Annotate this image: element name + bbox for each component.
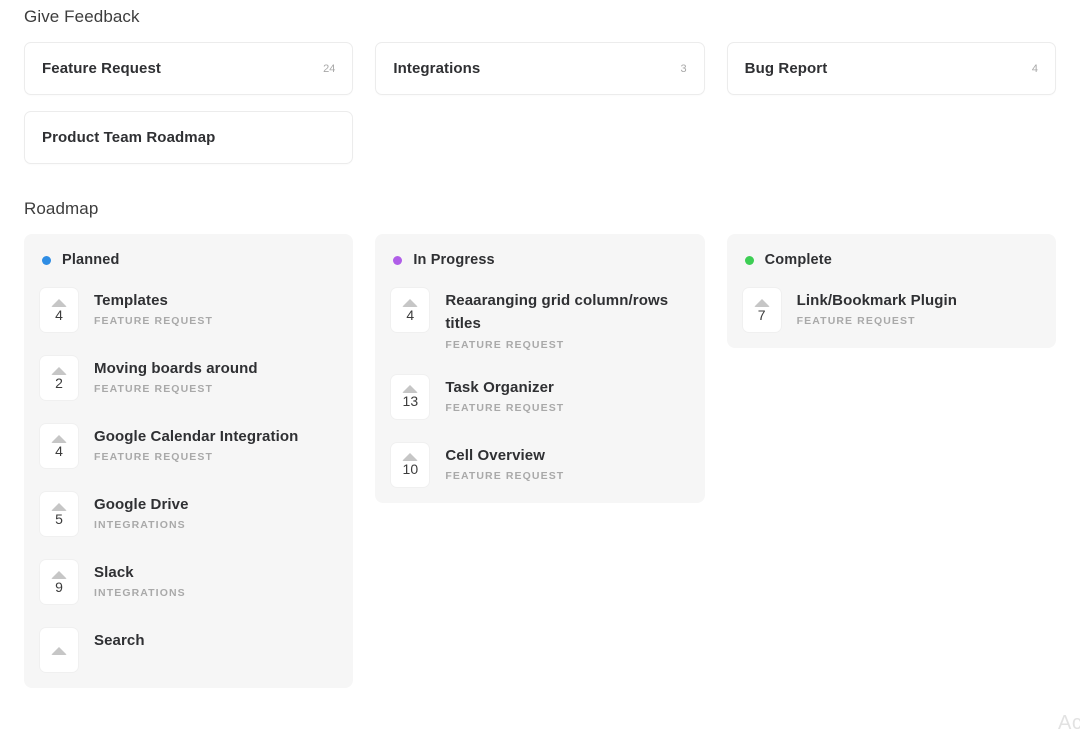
item-body: Search bbox=[94, 628, 145, 652]
feedback-board-count: 4 bbox=[1031, 62, 1038, 75]
column-header: Planned bbox=[40, 252, 337, 268]
feedback-board-name: Bug Report bbox=[744, 60, 828, 77]
feedback-board-count: 24 bbox=[323, 62, 336, 75]
roadmap-item[interactable]: Search bbox=[40, 628, 337, 672]
item-body: Google Drive INTEGRATIONS bbox=[94, 492, 189, 531]
roadmap-item[interactable]: 9 Slack INTEGRATIONS bbox=[40, 560, 337, 604]
upvote-arrow-icon bbox=[402, 453, 419, 462]
roadmap-item[interactable]: 13 Task Organizer FEATURE REQUEST bbox=[391, 374, 688, 419]
roadmap-item[interactable]: 10 Cell Overview FEATURE REQUEST bbox=[391, 442, 688, 487]
roadmap-page: Give Feedback Feature Request 24 Integra… bbox=[0, 0, 1080, 737]
vote-count: 13 bbox=[402, 393, 419, 410]
item-title: Cell Overview bbox=[445, 446, 546, 464]
roadmap-item[interactable]: 2 Moving boards around FEATURE REQUEST bbox=[40, 356, 337, 400]
upvote-arrow-icon bbox=[51, 502, 67, 511]
item-body: Cell Overview FEATURE REQUEST bbox=[445, 443, 564, 482]
item-category-tag: FEATURE REQUEST bbox=[94, 383, 213, 396]
item-category-tag: INTEGRATIONS bbox=[94, 519, 186, 532]
upvote-arrow-icon bbox=[51, 570, 67, 579]
item-title: Google Drive bbox=[94, 496, 189, 513]
item-category-tag: FEATURE REQUEST bbox=[445, 401, 565, 414]
roadmap-section: Roadmap Planned 4 Templates FEATURE REQU… bbox=[24, 199, 1056, 688]
roadmap-column-in-progress: In Progress 4 Reaaranging grid column/ro… bbox=[375, 234, 705, 503]
item-title: Google Calendar Integration bbox=[94, 428, 299, 445]
column-status-label: Complete bbox=[764, 252, 832, 268]
feedback-board-card[interactable]: Feature Request 24 bbox=[24, 42, 354, 95]
corner-ghost-text: Ac bbox=[1058, 712, 1080, 734]
feedback-board-count: 3 bbox=[680, 62, 687, 75]
vote-button[interactable]: 10 bbox=[391, 442, 430, 487]
item-title: Link/Bookmark Plugin bbox=[796, 292, 958, 309]
feedback-board-name: Product Team Roadmap bbox=[42, 129, 216, 146]
item-category-tag: FEATURE REQUEST bbox=[445, 469, 565, 482]
item-category-tag: FEATURE REQUEST bbox=[445, 338, 565, 351]
item-title: Moving boards around bbox=[94, 360, 258, 377]
vote-count: 9 bbox=[55, 578, 63, 595]
item-body: Task Organizer FEATURE REQUEST bbox=[445, 375, 564, 414]
item-body: Link/Bookmark Plugin FEATURE REQUEST bbox=[797, 288, 957, 327]
give-feedback-heading: Give Feedback bbox=[24, 7, 140, 26]
roadmap-item[interactable]: 5 Google Drive INTEGRATIONS bbox=[40, 492, 337, 536]
status-dot-icon bbox=[393, 255, 403, 265]
vote-button[interactable]: 4 bbox=[391, 288, 430, 332]
feedback-board-name: Integrations bbox=[393, 60, 481, 77]
column-header: Complete bbox=[743, 252, 1040, 268]
item-title: Slack bbox=[94, 564, 134, 581]
vote-button[interactable]: 9 bbox=[40, 560, 78, 604]
upvote-arrow-icon bbox=[51, 298, 67, 307]
feedback-board-card[interactable]: Bug Report 4 bbox=[726, 42, 1056, 95]
vote-button[interactable]: 5 bbox=[40, 492, 78, 536]
column-status-label: In Progress bbox=[413, 252, 495, 268]
item-body: Templates FEATURE REQUEST bbox=[94, 288, 213, 327]
item-category-tag: FEATURE REQUEST bbox=[796, 315, 916, 328]
column-header: In Progress bbox=[391, 252, 688, 268]
feedback-board-card[interactable]: Product Team Roadmap bbox=[24, 111, 354, 164]
item-body: Google Calendar Integration FEATURE REQU… bbox=[94, 424, 298, 463]
vote-button[interactable]: 7 bbox=[742, 288, 781, 332]
upvote-arrow-icon bbox=[753, 298, 770, 307]
item-category-tag: FEATURE REQUEST bbox=[94, 315, 213, 328]
item-category-tag: FEATURE REQUEST bbox=[94, 451, 213, 464]
vote-count: 7 bbox=[757, 306, 766, 323]
item-category-tag: INTEGRATIONS bbox=[94, 587, 186, 600]
roadmap-column-complete: Complete 7 Link/Bookmark Plugin FEATURE … bbox=[726, 234, 1056, 348]
roadmap-item[interactable]: 4 Reaaranging grid column/rows titles FE… bbox=[391, 288, 688, 351]
status-dot-icon bbox=[42, 255, 51, 265]
roadmap-item[interactable]: 4 Templates FEATURE REQUEST bbox=[40, 288, 337, 332]
feedback-board-name: Feature Request bbox=[42, 60, 162, 77]
feedback-board-grid: Feature Request 24 Integrations 3 Bug Re… bbox=[24, 42, 1056, 164]
upvote-arrow-icon bbox=[51, 434, 67, 443]
roadmap-heading: Roadmap bbox=[24, 199, 99, 218]
upvote-arrow-icon bbox=[51, 647, 67, 655]
upvote-arrow-icon bbox=[402, 385, 419, 394]
item-title: Reaaranging grid column/rows titles bbox=[445, 292, 669, 333]
vote-button[interactable]: 4 bbox=[40, 288, 78, 332]
item-body: Moving boards around FEATURE REQUEST bbox=[94, 356, 258, 395]
vote-button[interactable]: 4 bbox=[40, 424, 78, 468]
column-status-label: Planned bbox=[62, 252, 120, 268]
vote-button[interactable] bbox=[40, 628, 78, 672]
item-title: Templates bbox=[94, 292, 168, 309]
roadmap-item[interactable]: 4 Google Calendar Integration FEATURE RE… bbox=[40, 424, 337, 468]
vote-count: 10 bbox=[402, 461, 419, 478]
roadmap-item[interactable]: 7 Link/Bookmark Plugin FEATURE REQUEST bbox=[742, 288, 1040, 332]
item-body: Reaaranging grid column/rows titles FEAT… bbox=[445, 288, 688, 351]
item-title: Task Organizer bbox=[445, 378, 554, 396]
vote-count: 4 bbox=[55, 442, 63, 459]
vote-button[interactable]: 2 bbox=[40, 356, 78, 400]
upvote-arrow-icon bbox=[51, 366, 67, 375]
roadmap-column-planned: Planned 4 Templates FEATURE REQUEST 2 Mo… bbox=[24, 234, 354, 688]
roadmap-columns: Planned 4 Templates FEATURE REQUEST 2 Mo… bbox=[24, 234, 1056, 688]
item-body: Slack INTEGRATIONS bbox=[94, 560, 186, 599]
vote-count: 2 bbox=[55, 374, 63, 391]
vote-count: 5 bbox=[55, 510, 63, 527]
item-title: Search bbox=[94, 632, 145, 649]
feedback-board-card[interactable]: Integrations 3 bbox=[375, 42, 705, 95]
vote-button[interactable]: 13 bbox=[391, 374, 430, 419]
vote-count: 4 bbox=[55, 306, 63, 323]
status-dot-icon bbox=[744, 255, 754, 265]
vote-count: 4 bbox=[406, 306, 415, 323]
upvote-arrow-icon bbox=[402, 298, 419, 307]
